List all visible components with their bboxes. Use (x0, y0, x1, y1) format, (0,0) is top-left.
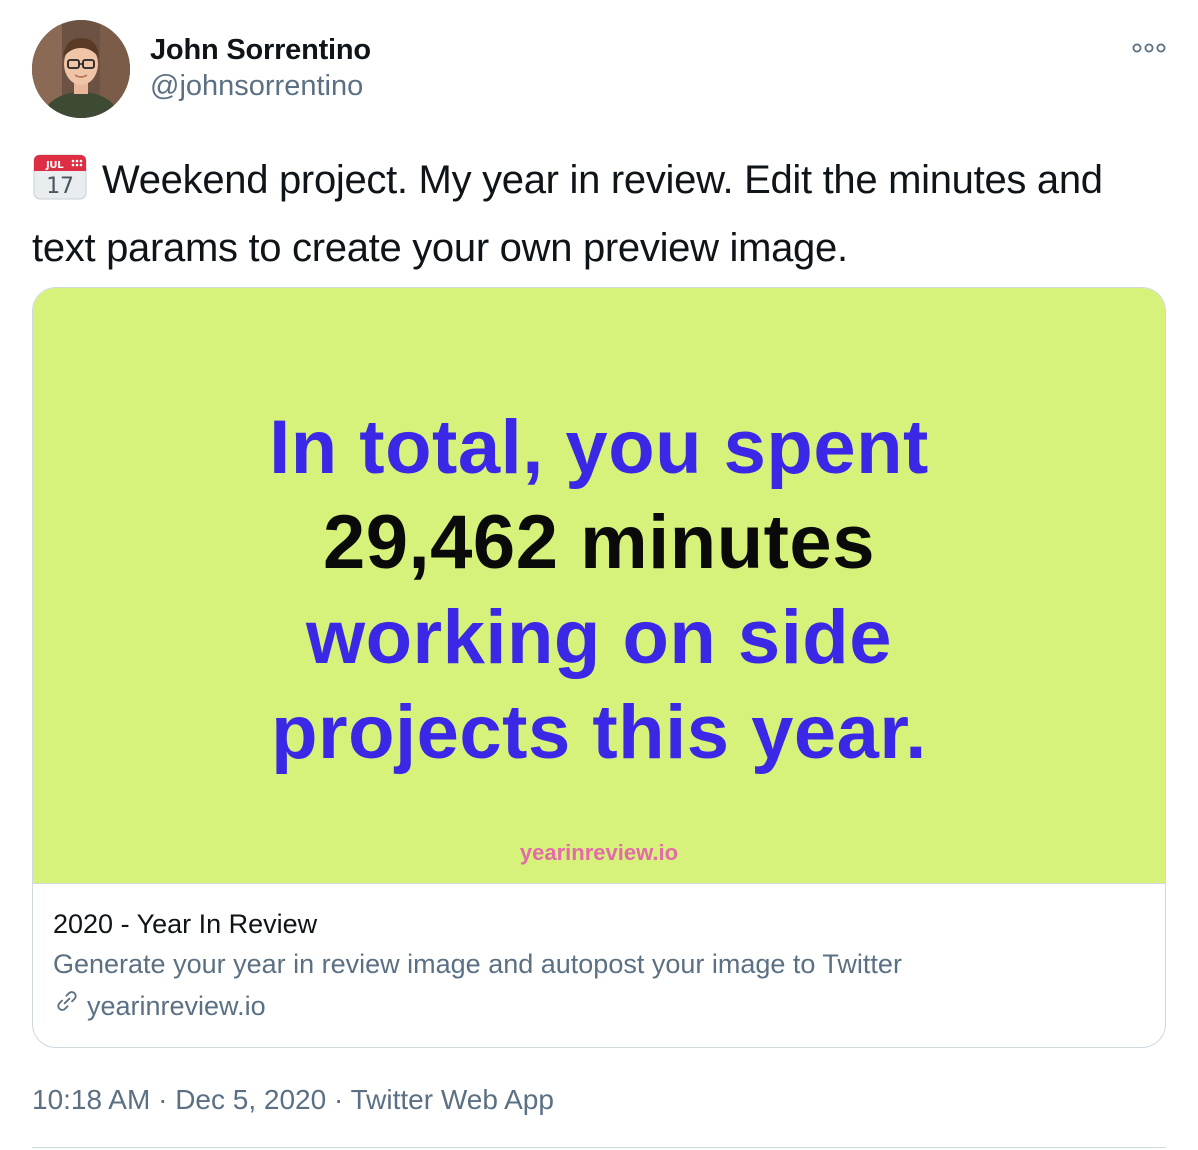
tweet-timestamp: 10:18 AM · Dec 5, 2020 · Twitter Web App (32, 1080, 554, 1120)
svg-text:JUL: JUL (45, 160, 64, 171)
author-handle[interactable]: @johnsorrentino (150, 68, 371, 104)
svg-text:17: 17 (46, 174, 73, 199)
card-domain-text: yearinreview.io (87, 991, 266, 1021)
headline-line-3: working on side (306, 595, 892, 680)
calendar-emoji-icon: JUL 17 (32, 151, 88, 218)
author-info: John Sorrentino @johnsorrentino (150, 32, 371, 104)
avatar-image (32, 20, 130, 118)
headline-line-1: In total, you spent (269, 405, 929, 490)
link-icon (53, 985, 81, 1027)
tweet-time[interactable]: 10:18 AM (32, 1084, 150, 1115)
more-options-icon[interactable] (1132, 40, 1166, 56)
divider (32, 1147, 1166, 1148)
link-preview-card[interactable]: In total, you spent 29,462 minutes worki… (32, 287, 1166, 1048)
card-image-watermark: yearinreview.io (519, 840, 679, 865)
card-image[interactable]: In total, you spent 29,462 minutes worki… (33, 288, 1165, 884)
card-title: 2020 - Year In Review (53, 909, 318, 939)
tweet-text: JUL 17 Weekend project. My year in revie… (32, 150, 1162, 278)
separator: · (158, 1084, 168, 1115)
card-headline: In total, you spent 29,462 minutes worki… (33, 400, 1165, 780)
tweet: John Sorrentino @johnsorrentino JUL 17 W… (0, 0, 1198, 1150)
card-description: Generate your year in review image and a… (53, 949, 902, 979)
headline-minutes: 29,462 minutes (323, 500, 875, 585)
avatar[interactable] (32, 20, 130, 118)
tweet-body: Weekend project. My year in review. Edit… (32, 158, 1103, 270)
author-name[interactable]: John Sorrentino (150, 32, 371, 68)
headline-line-4: projects this year. (271, 690, 927, 775)
card-domain: yearinreview.io (53, 985, 1145, 1027)
separator: · (333, 1084, 344, 1115)
tweet-date[interactable]: Dec 5, 2020 (175, 1084, 326, 1115)
tweet-source[interactable]: Twitter Web App (351, 1084, 554, 1115)
card-meta: 2020 - Year In Review Generate your year… (53, 905, 1145, 1027)
